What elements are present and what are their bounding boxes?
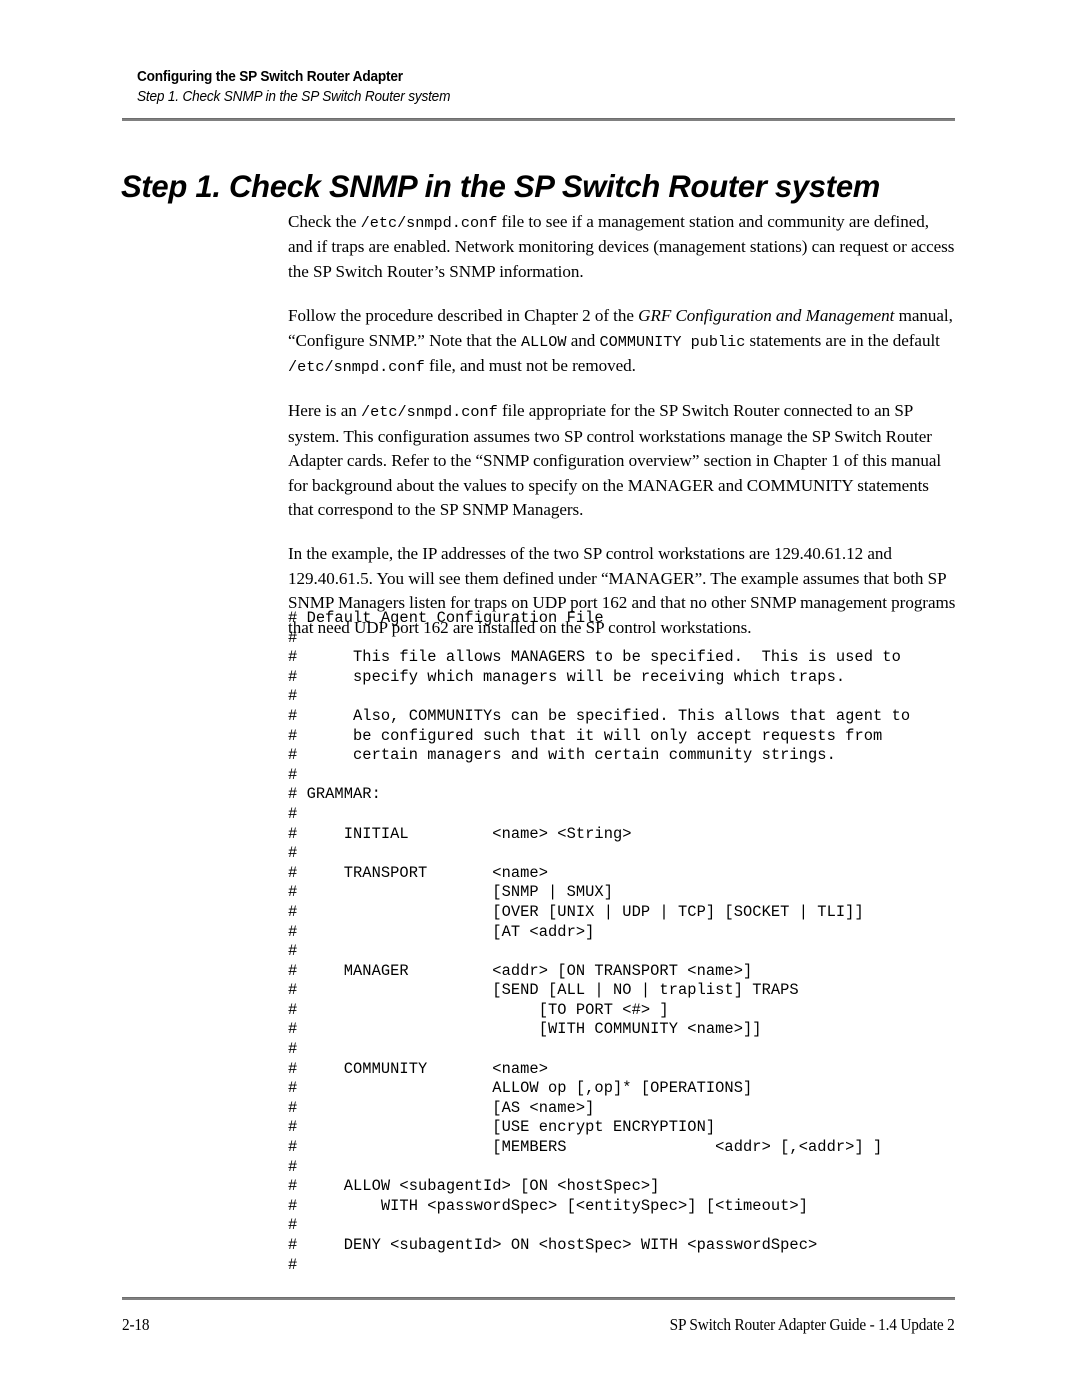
header-divider bbox=[122, 118, 955, 121]
footer-guide-title: SP Switch Router Adapter Guide - 1.4 Upd… bbox=[670, 1315, 955, 1334]
paragraph-3: Here is an /etc/snmpd.conf file appropri… bbox=[288, 399, 956, 522]
paragraph-1: Check the /etc/snmpd.conf file to see if… bbox=[288, 210, 956, 284]
code-line: # [TO PORT <#> ] bbox=[288, 1000, 669, 1019]
inline-code-snmpd-conf-default: /etc/snmpd.conf bbox=[288, 358, 425, 377]
running-head-section-title: Step 1. Check SNMP in the SP Switch Rout… bbox=[137, 89, 451, 105]
code-line: # ALLOW <subagentId> [ON <hostSpec>] bbox=[288, 1177, 660, 1196]
inline-code-snmpd-conf-example: /etc/snmpd.conf bbox=[361, 403, 498, 422]
paragraph-2: Follow the procedure described in Chapte… bbox=[288, 304, 956, 379]
code-line: # MANAGER <addr> [ON TRANSPORT <name>] bbox=[288, 961, 753, 980]
code-line: # bbox=[288, 628, 298, 647]
running-head-chapter-title: Configuring the SP Switch Router Adapter bbox=[137, 69, 403, 85]
code-line: # be configured such that it will only a… bbox=[288, 726, 883, 745]
code-line: # bbox=[288, 765, 298, 784]
code-line: # DENY <subagentId> ON <hostSpec> WITH <… bbox=[288, 1236, 818, 1254]
footer-divider bbox=[122, 1297, 955, 1300]
code-line: # bbox=[288, 1040, 298, 1059]
code-line: # bbox=[288, 1216, 298, 1235]
paragraph-3-seg1: Here is an bbox=[288, 401, 362, 421]
code-line: # [SEND [ALL | NO | traplist] TRAPS bbox=[288, 981, 799, 1000]
code-line: # TRANSPORT <name> bbox=[288, 863, 549, 882]
code-line: # [WITH COMMUNITY <name>]] bbox=[288, 1020, 762, 1039]
code-line: # [AS <name>] bbox=[288, 1098, 595, 1117]
code-line: # COMMUNITY <name> bbox=[288, 1059, 549, 1078]
body-text-column: Check the /etc/snmpd.conf file to see if… bbox=[288, 210, 956, 640]
code-line: # bbox=[288, 687, 298, 706]
code-line: # bbox=[288, 844, 298, 863]
code-line: # INITIAL <name> <String> bbox=[288, 824, 632, 843]
paragraph-2-seg4: statements are in the default bbox=[745, 330, 940, 350]
code-line: # Also, COMMUNITYs can be specified. Thi… bbox=[288, 706, 911, 725]
running-head: Configuring the SP Switch Router Adapter… bbox=[137, 68, 957, 107]
code-line: # GRAMMAR: bbox=[288, 785, 381, 804]
code-line: # bbox=[288, 1255, 298, 1274]
code-line: # specify which managers will be receivi… bbox=[288, 667, 846, 686]
footer-page-number: 2-18 bbox=[122, 1315, 150, 1334]
code-line: # This file allows MANAGERS to be specif… bbox=[288, 648, 901, 667]
code-line: # bbox=[288, 1157, 298, 1176]
code-line: # bbox=[288, 942, 298, 961]
inline-code-community-public: COMMUNITY public bbox=[599, 332, 746, 351]
code-line: # [MEMBERS <addr> [,<addr>] ] bbox=[288, 1138, 883, 1157]
code-line: # Default Agent Configuration File bbox=[288, 609, 604, 627]
inline-code-snmpd-conf: /etc/snmpd.conf bbox=[360, 214, 498, 232]
code-listing: # Default Agent Configuration File # # Thi… bbox=[288, 609, 968, 1275]
code-line: # [USE encrypt ENCRYPTION] bbox=[288, 1118, 716, 1137]
manual-title-italic: GRF Configuration and Management bbox=[638, 306, 895, 326]
paragraph-2-seg1: Follow the procedure described in Chapte… bbox=[288, 306, 639, 326]
page-footer: 2-18 SP Switch Router Adapter Guide - 1.… bbox=[122, 1315, 955, 1343]
inline-code-allow: ALLOW bbox=[520, 332, 567, 351]
paragraph-1-text-before-code: Check the bbox=[288, 212, 361, 231]
paragraph-2-seg5: file, and must not be removed. bbox=[424, 356, 636, 376]
code-line: # WITH <passwordSpec> [<entitySpec>] [<t… bbox=[288, 1196, 809, 1215]
code-line: # [OVER [UNIX | UDP | TCP] [SOCKET | TLI… bbox=[288, 902, 864, 921]
paragraph-2-seg3: and bbox=[566, 330, 600, 350]
code-line: # certain managers and with certain comm… bbox=[288, 746, 836, 765]
code-line: # ALLOW op [,op]* [OPERATIONS] bbox=[288, 1079, 753, 1098]
code-line: # [AT <addr>] bbox=[288, 922, 595, 941]
document-page: Configuring the SP Switch Router Adapter… bbox=[0, 0, 1080, 1397]
code-line: # bbox=[288, 804, 298, 823]
page-title: Step 1. Check SNMP in the SP Switch Rout… bbox=[121, 168, 881, 205]
code-line: # [SNMP | SMUX] bbox=[288, 883, 614, 902]
